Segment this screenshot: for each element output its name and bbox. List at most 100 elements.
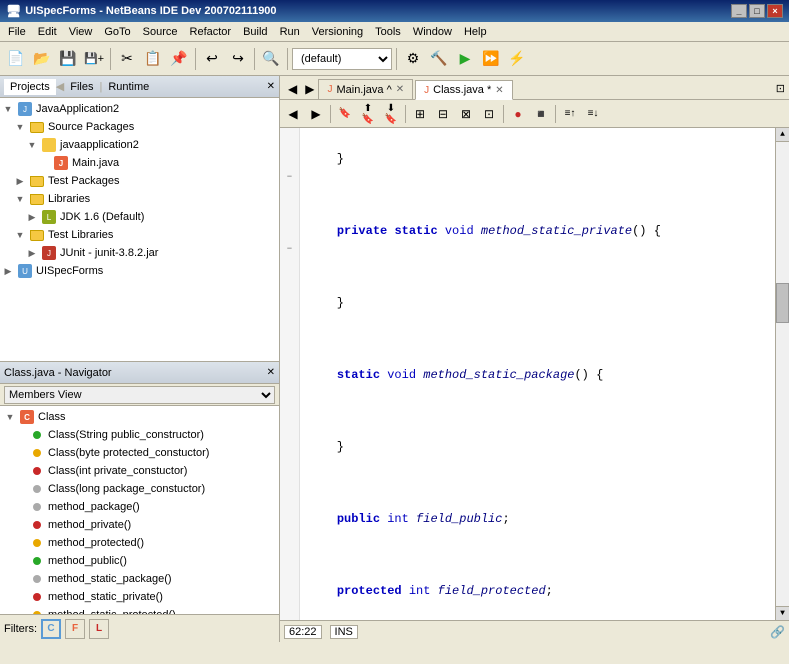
ed-toggle-bookmark[interactable]: 🔖 — [334, 103, 356, 125]
nav-item-ctor-prot[interactable]: · Class(byte protected_constuctor) — [2, 444, 277, 462]
ed-back-button[interactable]: ◀ — [282, 103, 304, 125]
nav-item-ctor-pkg[interactable]: · Class(long package_constuctor) — [2, 480, 277, 498]
filter-c-button[interactable]: C — [41, 619, 61, 639]
close-button[interactable]: × — [767, 4, 783, 18]
menu-refactor[interactable]: Refactor — [184, 24, 238, 40]
nav-tree[interactable]: ▼ C Class · Class(String public_construc… — [0, 406, 279, 614]
undo-button[interactable]: ↩ — [200, 47, 224, 71]
menu-run[interactable]: Run — [274, 24, 306, 40]
title-bar-controls[interactable]: _ □ × — [731, 4, 783, 18]
gutter-collapse[interactable]: − — [280, 168, 299, 186]
tree-item-uispecforms[interactable]: ▶ U UISpecForms — [2, 262, 277, 280]
menu-build[interactable]: Build — [237, 24, 273, 40]
nav-item-method-pub[interactable]: · method_public() — [2, 552, 277, 570]
ed-btn-8[interactable]: ◾ — [530, 103, 552, 125]
tree-item-sourcepackages[interactable]: ▼ Source Packages — [2, 118, 277, 136]
menu-window[interactable]: Window — [407, 24, 458, 40]
nav-item-msprot[interactable]: · method_static_protected() — [2, 606, 277, 614]
expand-sourcepackages[interactable]: ▼ — [14, 122, 26, 132]
menu-versioning[interactable]: Versioning — [306, 24, 369, 40]
expand-uispecforms[interactable]: ▶ — [2, 266, 14, 277]
expand-javaapp2[interactable]: ▼ — [2, 104, 14, 114]
ed-btn-4[interactable]: ⊟ — [432, 103, 454, 125]
menu-tools[interactable]: Tools — [369, 24, 407, 40]
expand-jdk16[interactable]: ▶ — [26, 212, 38, 223]
nav-expand-class[interactable]: ▼ — [4, 412, 16, 422]
menu-help[interactable]: Help — [458, 24, 493, 40]
nav-item-method-prot[interactable]: · method_protected() — [2, 534, 277, 552]
maximize-button[interactable]: □ — [749, 4, 765, 18]
expand-junit[interactable]: ▶ — [26, 248, 38, 259]
expand-pkg-javaapp2[interactable]: ▼ — [26, 140, 38, 150]
ed-next-bookmark[interactable]: ⬇🔖 — [380, 103, 402, 125]
nav-item-mspr[interactable]: · method_static_private() — [2, 588, 277, 606]
filter-f-button[interactable]: F — [65, 619, 85, 639]
ed-btn-7[interactable]: ● — [507, 103, 529, 125]
tab-close-classjava[interactable]: ✕ — [495, 85, 503, 96]
run-button[interactable]: ▶ — [453, 47, 477, 71]
debug-button[interactable]: ⏩ — [479, 47, 503, 71]
ed-btn-6[interactable]: ⊡ — [478, 103, 500, 125]
paste-button[interactable]: 📌 — [167, 47, 191, 71]
expand-testlibs[interactable]: ▼ — [14, 230, 26, 240]
menu-edit[interactable]: Edit — [32, 24, 63, 40]
gutter-collapse2[interactable]: − — [280, 240, 299, 258]
editor-scrollbar-v[interactable]: ▲ ▼ — [775, 128, 789, 620]
tree-item-testlibs[interactable]: ▼ Test Libraries — [2, 226, 277, 244]
tree-item-pkg-javaapp2[interactable]: ▼ javaapplication2 — [2, 136, 277, 154]
code-content[interactable]: } private static void method_static_priv… — [300, 128, 775, 620]
members-view-select[interactable]: Members View — [4, 386, 275, 404]
expand-libraries[interactable]: ▼ — [14, 194, 26, 204]
scrollbar-thumb[interactable] — [776, 283, 789, 323]
nav-item-method-pkg[interactable]: · method_package() — [2, 498, 277, 516]
expand-testpackages[interactable]: ▶ — [14, 176, 26, 187]
tab-runtime[interactable]: Runtime — [102, 79, 155, 95]
menu-view[interactable]: View — [63, 24, 99, 40]
cut-button[interactable]: ✂ — [115, 47, 139, 71]
navigator-close[interactable]: ✕ — [267, 367, 275, 378]
nav-item-class[interactable]: ▼ C Class — [2, 408, 277, 426]
tree-item-junit[interactable]: ▶ J JUnit - junit-3.8.2.jar — [2, 244, 277, 262]
tree-item-testpackages[interactable]: ▶ Test Packages — [2, 172, 277, 190]
tab-close-mainjava[interactable]: ✕ — [396, 84, 404, 95]
menu-file[interactable]: File — [2, 24, 32, 40]
tree-item-jdk16[interactable]: ▶ L JDK 1.6 (Default) — [2, 208, 277, 226]
projects-tree[interactable]: ▼ J JavaApplication2 ▼ Source Packages ▼… — [0, 98, 279, 361]
tree-item-javaapp2[interactable]: ▼ J JavaApplication2 — [2, 100, 277, 118]
save-button[interactable]: 💾 — [56, 47, 80, 71]
save-all-button[interactable]: 💾+ — [82, 47, 106, 71]
menu-goto[interactable]: GoTo — [98, 24, 136, 40]
nav-item-msp[interactable]: · method_static_package() — [2, 570, 277, 588]
editor-tab-mainjava[interactable]: J Main.java ^ ✕ — [318, 79, 413, 99]
code-view[interactable]: − − } private static void method_static_… — [280, 128, 789, 620]
ed-btn-9[interactable]: ≡↑ — [559, 103, 581, 125]
ed-btn-3[interactable]: ⊞ — [409, 103, 431, 125]
ed-forward-button[interactable]: ▶ — [305, 103, 327, 125]
projects-panel-close[interactable]: ✕ — [267, 81, 275, 92]
nav-item-ctor-pub[interactable]: · Class(String public_constructor) — [2, 426, 277, 444]
new-button[interactable]: 📄 — [4, 47, 28, 71]
menu-source[interactable]: Source — [137, 24, 184, 40]
tree-item-mainjava[interactable]: ▶ J Main.java — [2, 154, 277, 172]
tab-nav-left[interactable]: ◀ — [284, 82, 301, 96]
scrollbar-down-btn[interactable]: ▼ — [776, 606, 789, 620]
config-dropdown[interactable]: (default) — [292, 48, 392, 70]
ed-prev-bookmark[interactable]: ⬆🔖 — [357, 103, 379, 125]
tab-files[interactable]: Files — [64, 79, 99, 95]
properties-button[interactable]: ⚙ — [401, 47, 425, 71]
nav-item-method-priv[interactable]: · method_private() — [2, 516, 277, 534]
minimize-button[interactable]: _ — [731, 4, 747, 18]
scrollbar-up-btn[interactable]: ▲ — [776, 128, 789, 142]
tab-projects[interactable]: Projects — [4, 79, 56, 95]
tab-nav-right[interactable]: ▶ — [301, 82, 318, 96]
open-button[interactable]: 📂 — [30, 47, 54, 71]
ed-btn-5[interactable]: ⊠ — [455, 103, 477, 125]
expand-mainjava[interactable]: ▶ — [38, 158, 50, 169]
tab-panel-maximize[interactable]: ⊡ — [772, 82, 789, 95]
build-button[interactable]: 🔨 — [427, 47, 451, 71]
profile-button[interactable]: ⚡ — [505, 47, 529, 71]
editor-area[interactable]: − − } private static void method_static_… — [280, 128, 789, 620]
nav-item-ctor-priv[interactable]: · Class(int private_constuctor) — [2, 462, 277, 480]
filter-l-button[interactable]: L — [89, 619, 109, 639]
redo-button[interactable]: ↪ — [226, 47, 250, 71]
